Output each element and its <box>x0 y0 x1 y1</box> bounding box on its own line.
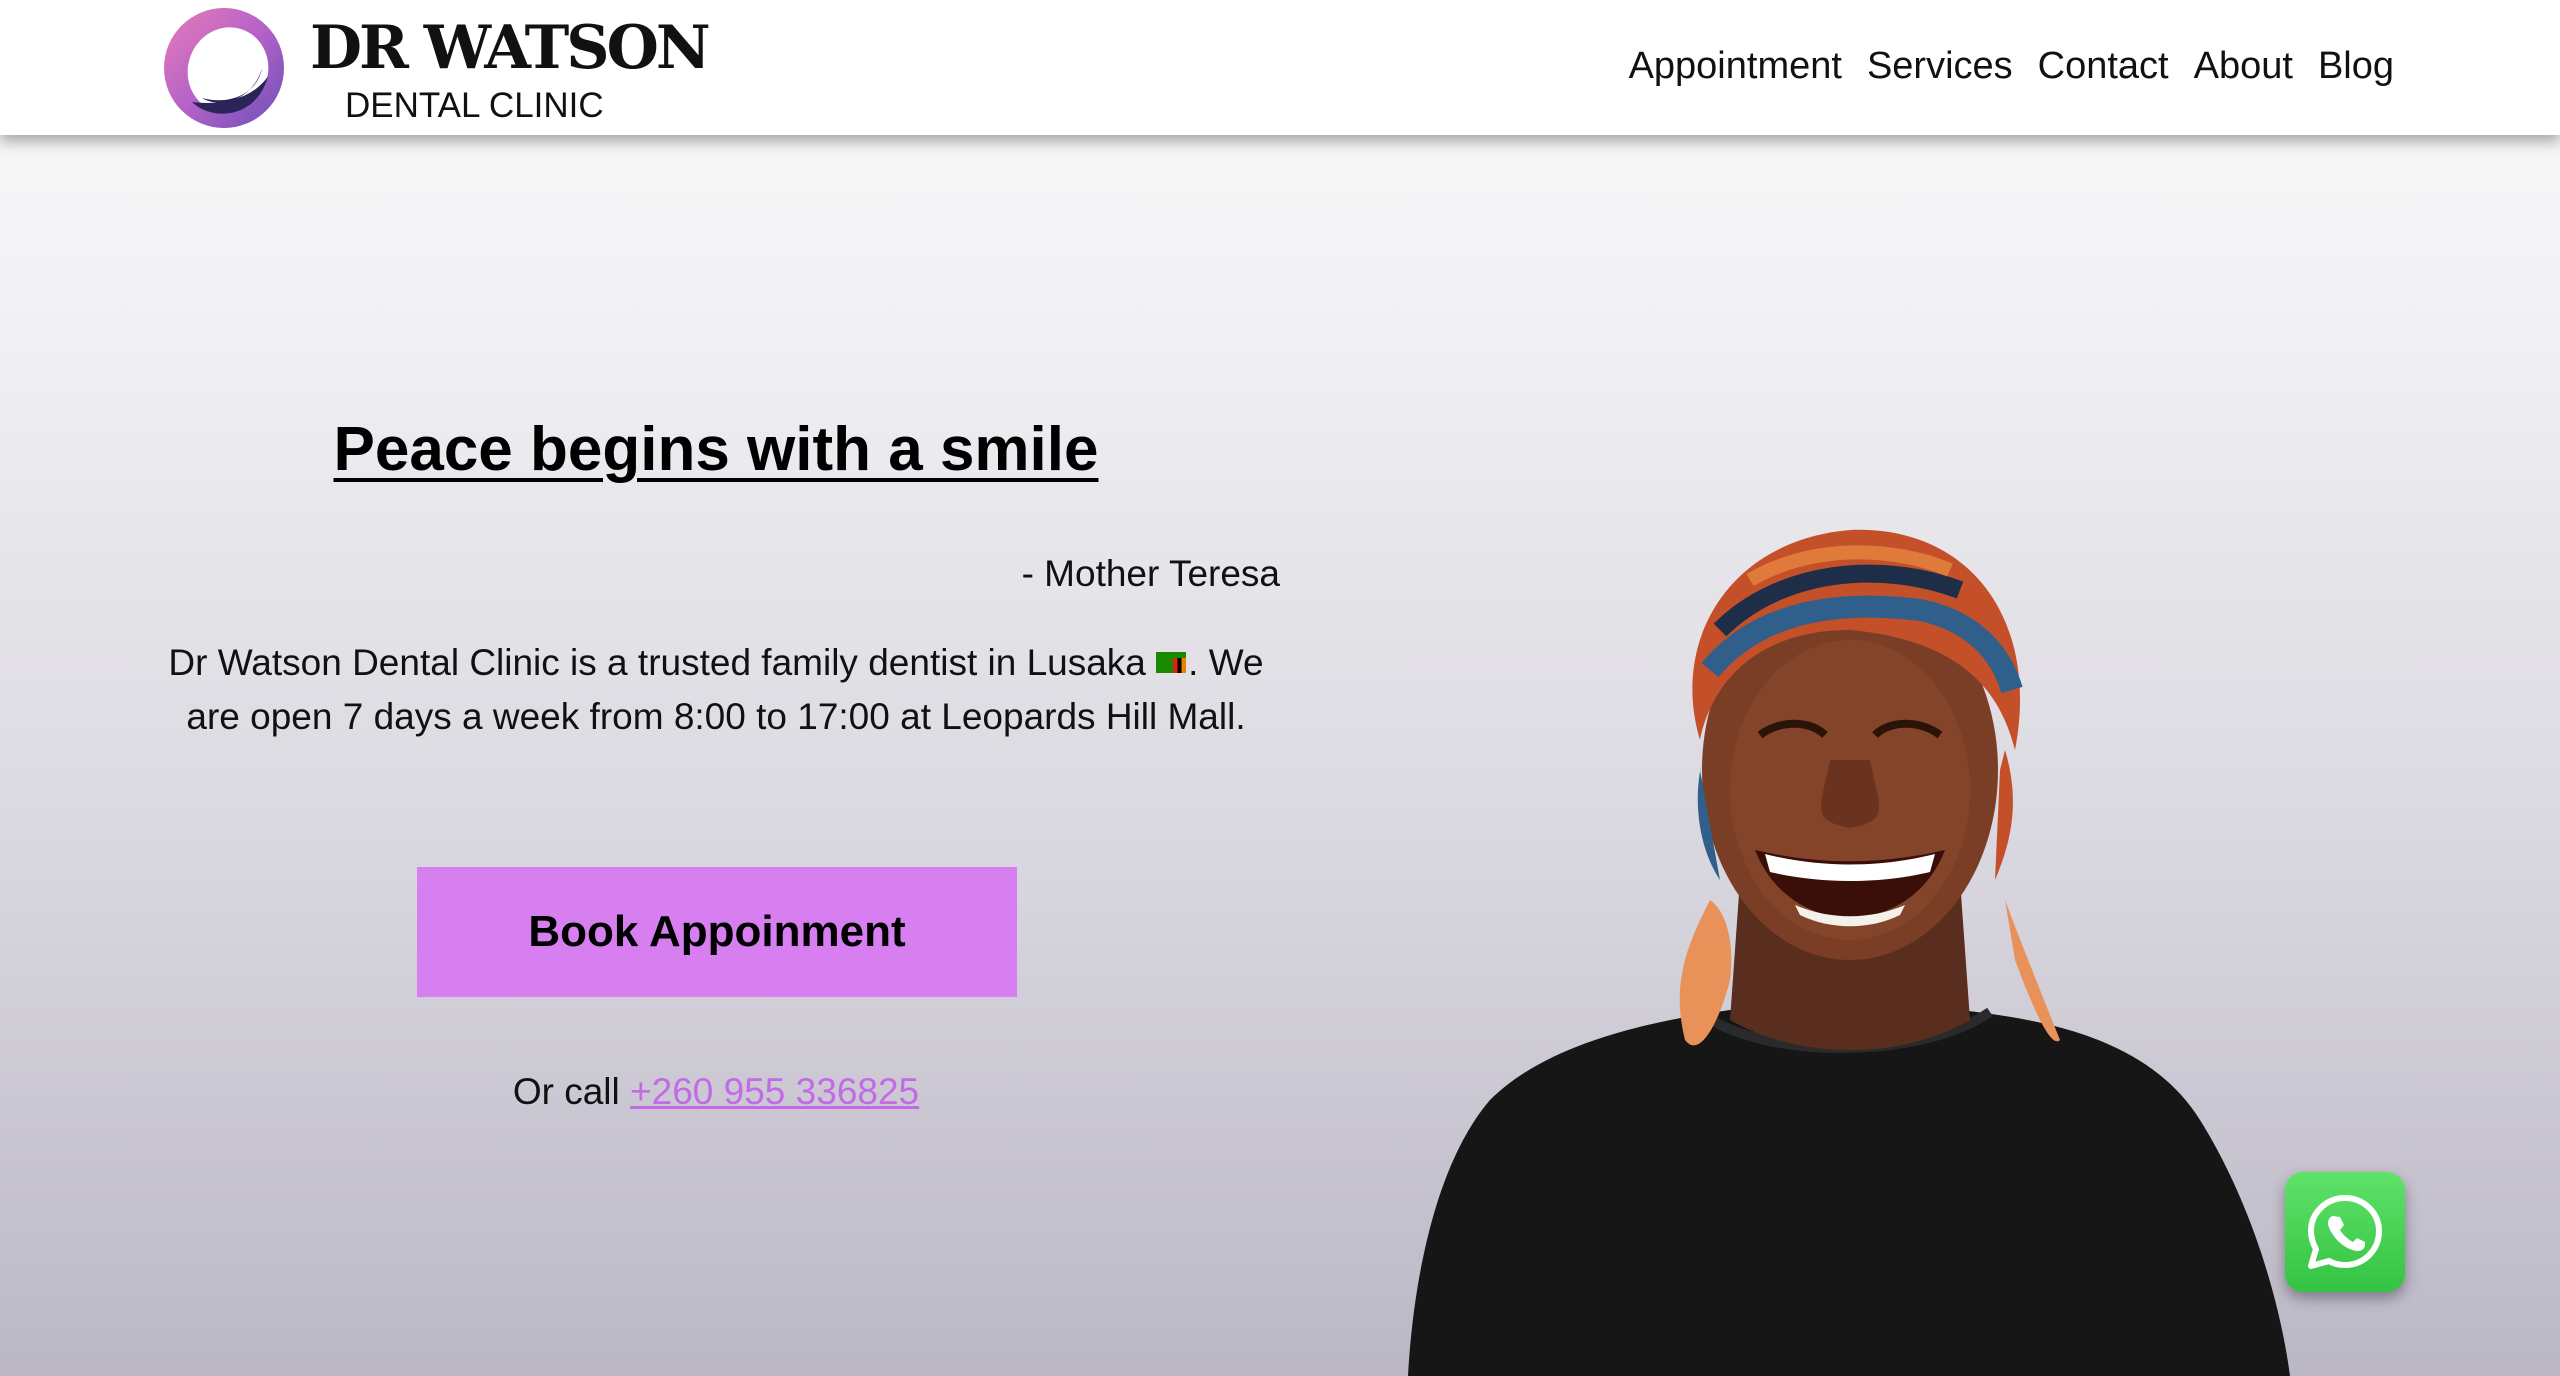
logo-title: DR WATSON <box>310 13 711 83</box>
call-line: Or call +260 955 336825 <box>166 1064 1266 1120</box>
hero-description-part1: Dr Watson Dental Clinic is a trusted fam… <box>168 642 1157 683</box>
quote-author: - Mother Teresa <box>1021 553 1280 594</box>
hero-heading: Peace begins with a smile <box>333 415 1099 484</box>
nav-about[interactable]: About <box>2194 38 2293 94</box>
nav-contact[interactable]: Contact <box>2038 38 2169 94</box>
call-prefix: Or call <box>512 1071 631 1112</box>
logo-mark-icon <box>164 8 284 128</box>
whatsapp-icon <box>2308 1195 2382 1269</box>
logo[interactable]: DR WATSON DENTAL CLINIC <box>162 6 711 128</box>
nav-services[interactable]: Services <box>1867 38 2013 94</box>
nav-blog[interactable]: Blog <box>2318 38 2394 94</box>
whatsapp-button[interactable] <box>2285 1172 2405 1292</box>
hero-description: Dr Watson Dental Clinic is a trusted fam… <box>166 636 1266 744</box>
book-appointment-button[interactable]: Book Appoinment <box>417 867 1017 997</box>
main-nav: Appointment Services Contact About Blog <box>1629 38 2394 94</box>
zambia-flag-icon <box>1156 652 1187 673</box>
logo-subtitle: DENTAL CLINIC <box>345 86 604 125</box>
smiling-woman-photo <box>1408 529 2290 1376</box>
phone-link[interactable]: +260 955 336825 <box>630 1071 919 1112</box>
site-header: DR WATSON DENTAL CLINIC Appointment Serv… <box>0 0 2560 135</box>
nav-appointment[interactable]: Appointment <box>1629 38 1842 94</box>
